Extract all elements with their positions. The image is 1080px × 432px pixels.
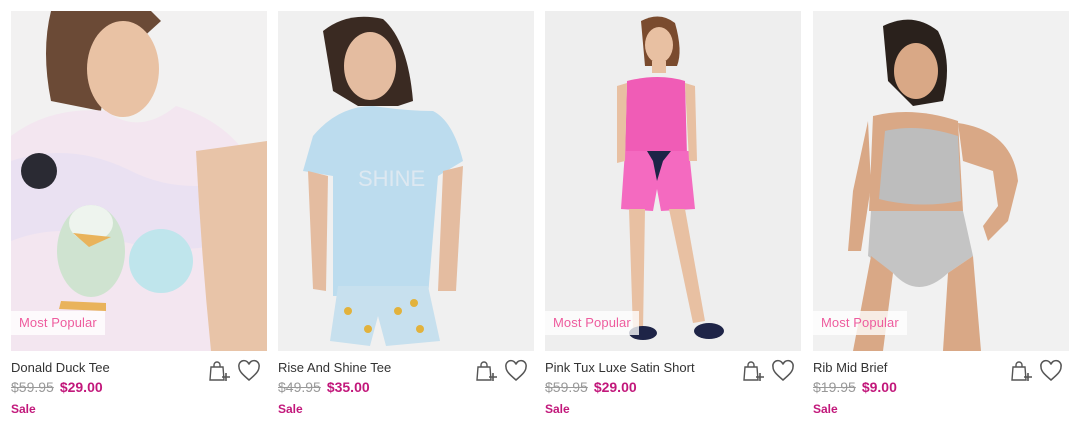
sale-label: Sale (11, 402, 36, 416)
bag-plus-icon (743, 361, 764, 381)
add-to-bag-button[interactable] (474, 359, 498, 383)
heart-icon (238, 359, 260, 381)
wishlist-button[interactable] (771, 359, 795, 383)
most-popular-badge: Most Popular (813, 311, 907, 335)
product-image[interactable]: Most Popular (545, 11, 801, 351)
product-card: Most Popular Donald Duck Tee $59.95 $29.0… (11, 11, 267, 421)
add-to-bag-button[interactable] (741, 359, 765, 383)
price-row: $59.95 $29.00 (545, 379, 637, 397)
heart-icon (772, 359, 794, 381)
product-image[interactable]: Most Popular (11, 11, 267, 351)
wishlist-button[interactable] (1039, 359, 1063, 383)
product-image[interactable]: Most Popular (813, 11, 1069, 351)
heart-icon (1040, 359, 1062, 381)
product-image[interactable]: SHINE (278, 11, 534, 351)
product-photo-rise-and-shine-tee: SHINE (278, 11, 534, 351)
product-name[interactable]: Rib Mid Brief (813, 360, 887, 375)
wishlist-button[interactable] (237, 359, 261, 383)
product-grid: Most Popular Donald Duck Tee $59.95 $29.0… (11, 11, 1069, 421)
product-name[interactable]: Pink Tux Luxe Satin Short (545, 360, 695, 375)
sale-label: Sale (278, 402, 303, 416)
price-row: $59.95 $29.00 (11, 379, 103, 397)
was-price: $59.95 (545, 379, 588, 395)
price-row: $49.95 $35.00 (278, 379, 370, 397)
bag-plus-icon (1011, 361, 1032, 381)
svg-text:SHINE: SHINE (358, 166, 425, 191)
price-row: $19.95 $9.00 (813, 379, 897, 397)
product-photo-rib-mid-brief (813, 11, 1069, 351)
wishlist-button[interactable] (504, 359, 528, 383)
product-photo-donald-duck-tee (11, 11, 267, 351)
bag-plus-icon (209, 361, 230, 381)
product-name[interactable]: Donald Duck Tee (11, 360, 110, 375)
product-card: Most Popular Rib Mid Brief $19.95 $9.00 S… (813, 11, 1069, 421)
product-card: Most Popular Pink Tux Luxe Satin Short $… (545, 11, 801, 421)
was-price: $59.95 (11, 379, 54, 395)
bag-plus-icon (476, 361, 497, 381)
sale-label: Sale (813, 402, 838, 416)
most-popular-badge: Most Popular (545, 311, 639, 335)
was-price: $19.95 (813, 379, 856, 395)
sale-label: Sale (545, 402, 570, 416)
heart-icon (505, 359, 527, 381)
sale-price: $29.00 (59, 379, 103, 395)
most-popular-badge: Most Popular (11, 311, 105, 335)
add-to-bag-button[interactable] (207, 359, 231, 383)
was-price: $49.95 (278, 379, 321, 395)
add-to-bag-button[interactable] (1009, 359, 1033, 383)
product-card: SHINE Rise And Shine Tee $49.95 $35.00 Sa… (278, 11, 534, 421)
sale-price: $9.00 (861, 379, 897, 395)
sale-price: $29.00 (593, 379, 637, 395)
product-name[interactable]: Rise And Shine Tee (278, 360, 391, 375)
sale-price: $35.00 (326, 379, 370, 395)
product-photo-pink-tux-satin-short (545, 11, 801, 351)
